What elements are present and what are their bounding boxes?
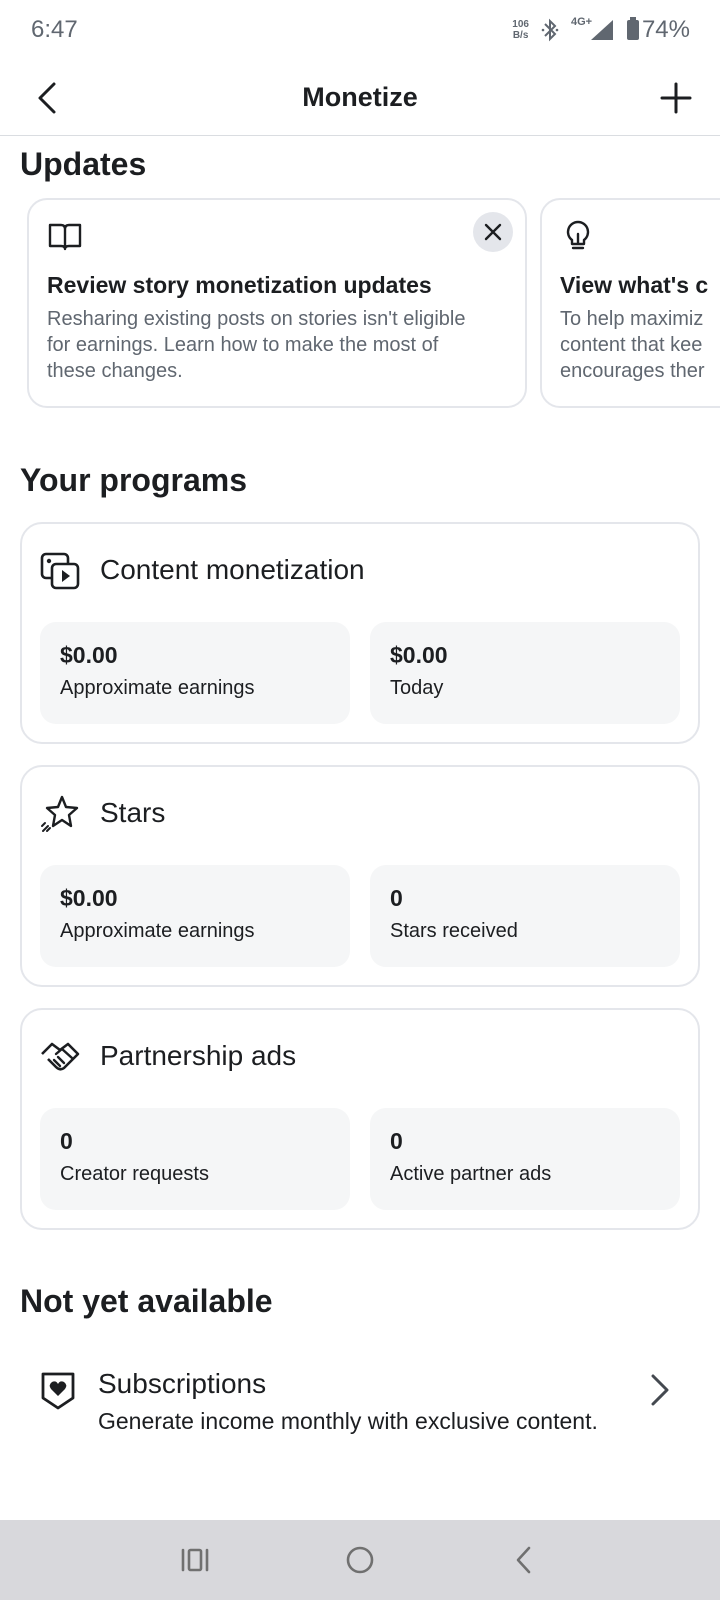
net-speed-value: 106 bbox=[512, 19, 529, 30]
program-title: Content monetization bbox=[100, 554, 365, 585]
battery-icon bbox=[626, 17, 639, 40]
shield-heart-icon bbox=[41, 1372, 75, 1410]
stat-value: $0.00 bbox=[60, 885, 118, 911]
subscriptions-title: Subscriptions bbox=[98, 1368, 267, 1399]
status-time: 6:47 bbox=[31, 16, 78, 43]
page-title: Monetize bbox=[302, 82, 418, 112]
not-available-heading: Not yet available bbox=[20, 1283, 273, 1319]
app-header: Monetize bbox=[0, 62, 720, 136]
stat-label: Approximate earnings bbox=[60, 920, 255, 942]
update-title: View what's c bbox=[560, 272, 709, 298]
open-book-icon bbox=[48, 223, 82, 251]
stat-value: 0 bbox=[60, 1128, 73, 1154]
stat-label: Today bbox=[390, 677, 444, 699]
lightbulb-icon bbox=[566, 220, 590, 250]
home-circle-icon bbox=[346, 1546, 374, 1574]
programs-heading: Your programs bbox=[20, 462, 247, 498]
stat-box: $0.00 Approximate earnings bbox=[40, 622, 350, 724]
updates-heading: Updates bbox=[20, 146, 147, 182]
stat-label: Active partner ads bbox=[390, 1163, 552, 1185]
stat-box: 0 Active partner ads bbox=[370, 1108, 680, 1210]
update-title: Review story monetization updates bbox=[47, 272, 432, 298]
status-bar: 6:47 106 B/s 4G+ 74% bbox=[0, 0, 720, 62]
stat-box: 0 Creator requests bbox=[40, 1108, 350, 1210]
net-speed-unit: B/s bbox=[512, 30, 529, 41]
battery: 74% bbox=[626, 16, 690, 44]
status-icons: 106 B/s 4G+ 74% bbox=[512, 16, 690, 44]
stat-label: Stars received bbox=[390, 920, 518, 942]
system-nav-bar bbox=[0, 1520, 720, 1600]
stat-label: Creator requests bbox=[60, 1163, 209, 1185]
stat-value: 0 bbox=[390, 885, 403, 911]
chevron-right-icon bbox=[651, 1374, 669, 1406]
stat-value: $0.00 bbox=[60, 642, 118, 668]
stat-label: Approximate earnings bbox=[60, 677, 255, 699]
bluetooth-icon bbox=[541, 18, 559, 42]
stat-box: 0 Stars received bbox=[370, 865, 680, 967]
program-card-partnership-ads[interactable]: Partnership ads 0 Creator requests 0 Act… bbox=[20, 1008, 700, 1230]
signal-icon: 4G+ bbox=[571, 16, 615, 42]
update-card[interactable]: View what's c To help maximiz content th… bbox=[540, 198, 720, 408]
stat-box: $0.00 Today bbox=[370, 622, 680, 724]
stat-value: $0.00 bbox=[390, 642, 448, 668]
program-card-stars[interactable]: Stars $0.00 Approximate earnings 0 Stars… bbox=[20, 765, 700, 987]
recent-apps-icon bbox=[181, 1548, 209, 1572]
update-card[interactable]: Review story monetization updates Reshar… bbox=[27, 198, 527, 408]
star-icon bbox=[41, 795, 79, 832]
update-body: Resharing existing posts on stories isn'… bbox=[47, 308, 466, 382]
dismiss-button[interactable] bbox=[473, 212, 513, 252]
stat-value: 0 bbox=[390, 1128, 403, 1154]
subscriptions-row[interactable]: Subscriptions Generate income monthly wi… bbox=[20, 1360, 700, 1470]
stat-box: $0.00 Approximate earnings bbox=[40, 865, 350, 967]
program-title: Partnership ads bbox=[100, 1040, 297, 1071]
program-title: Stars bbox=[100, 797, 166, 828]
recent-apps-button[interactable] bbox=[173, 1538, 217, 1582]
home-button[interactable] bbox=[338, 1538, 382, 1582]
program-card-content-monetization[interactable]: Content monetization $0.00 Approximate e… bbox=[20, 522, 700, 744]
back-arrow-icon bbox=[516, 1546, 531, 1574]
handshake-icon bbox=[41, 1042, 80, 1071]
add-button[interactable] bbox=[656, 78, 696, 118]
system-back-button[interactable] bbox=[502, 1538, 546, 1582]
updates-carousel[interactable]: Review story monetization updates Reshar… bbox=[0, 198, 720, 410]
subscriptions-description: Generate income monthly with exclusive c… bbox=[98, 1408, 598, 1434]
update-body: To help maximiz content that kee encoura… bbox=[560, 308, 705, 382]
net-speed: 106 B/s bbox=[512, 19, 529, 41]
battery-level: 74% bbox=[641, 16, 690, 43]
close-icon bbox=[484, 223, 502, 241]
content-play-icon bbox=[40, 552, 80, 590]
plus-icon bbox=[660, 82, 692, 114]
